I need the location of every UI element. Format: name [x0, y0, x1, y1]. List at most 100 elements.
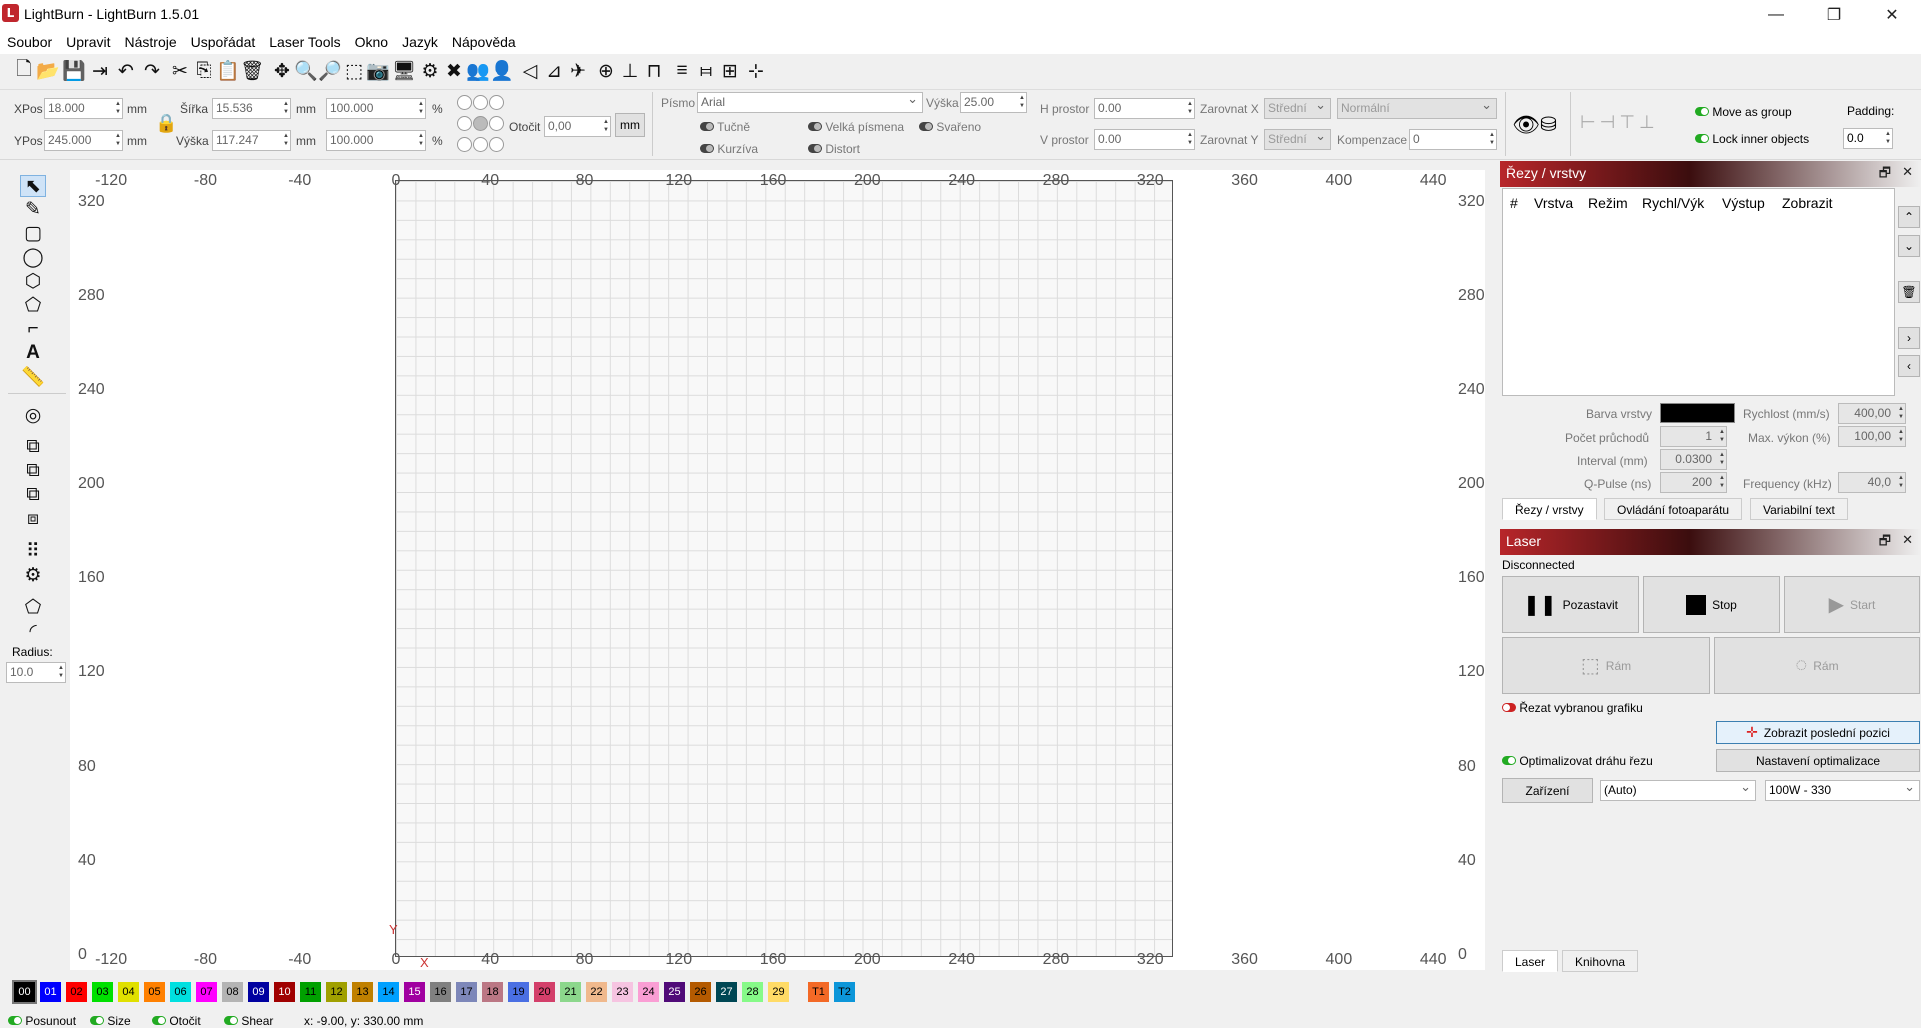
profile-select[interactable]: 100W - 330	[1765, 780, 1920, 801]
camera-icon[interactable]: 📷	[366, 58, 390, 84]
frame-tool-icon[interactable]: ⌐	[20, 318, 46, 340]
align-tools-icon[interactable]: ⊢⊣⊤⊥	[1580, 112, 1659, 133]
palette-swatch-06[interactable]: 06	[170, 982, 191, 1002]
optimize-path-toggle[interactable]	[1502, 756, 1516, 765]
palette-swatch-29[interactable]: 29	[768, 982, 789, 1002]
select-tool-icon[interactable]: ⬉	[20, 175, 46, 197]
device-select[interactable]: (Auto)	[1600, 780, 1756, 801]
tab-variable-text[interactable]: Variabilní text	[1750, 498, 1848, 520]
padding-input[interactable]: 0.0	[1843, 128, 1893, 149]
move-layer-up-button[interactable]: ⌃	[1898, 206, 1920, 228]
lock-inner-toggle[interactable]	[1695, 134, 1709, 143]
circular-array-icon[interactable]: ⚙	[20, 564, 46, 586]
ypos-input[interactable]: 245.000	[44, 130, 123, 151]
boolean-subtract-icon[interactable]: ⧉	[20, 460, 46, 482]
palette-swatch-23[interactable]: 23	[612, 982, 633, 1002]
palette-swatch-25[interactable]: 25	[664, 982, 685, 1002]
palette-swatch-13[interactable]: 13	[352, 982, 373, 1002]
width-input[interactable]: 15.536	[212, 98, 291, 119]
palette-swatch-00[interactable]: 00	[12, 980, 37, 1004]
float-panel-icon[interactable]: 🗗	[1879, 164, 1891, 186]
anchor-top[interactable]	[473, 95, 488, 110]
speed-input[interactable]: 400,00	[1838, 403, 1906, 424]
compensation-input[interactable]: 0	[1409, 129, 1497, 150]
delete-layer-icon[interactable]: 🗑	[1898, 281, 1920, 303]
anchor-bottom-right[interactable]	[489, 137, 504, 152]
work-area-grid[interactable]	[395, 180, 1173, 957]
palette-swatch-16[interactable]: 16	[430, 982, 451, 1002]
palette-swatch-22[interactable]: 22	[586, 982, 607, 1002]
optimization-settings-button[interactable]: Nastavení optimalizace	[1716, 749, 1920, 772]
pause-button[interactable]: ❚❚ Pozastavit	[1502, 576, 1639, 633]
palette-swatch-24[interactable]: 24	[638, 982, 659, 1002]
device-button[interactable]: Zařízení	[1502, 778, 1593, 803]
palette-swatch-08[interactable]: 08	[222, 982, 243, 1002]
database-icon[interactable]: ⛁	[1540, 112, 1557, 137]
anchor-center[interactable]	[473, 116, 488, 131]
anchor-left[interactable]	[457, 116, 472, 131]
move-as-group-toggle[interactable]	[1695, 107, 1709, 116]
qpulse-input[interactable]: 200	[1660, 472, 1727, 493]
close-panel-icon[interactable]: ✕	[1902, 532, 1913, 548]
palette-swatch-27[interactable]: 27	[716, 982, 737, 1002]
rotate-input[interactable]: 0,00	[544, 116, 611, 137]
frequency-input[interactable]: 40,0	[1838, 472, 1906, 493]
unit-toggle-button[interactable]: mm	[615, 113, 645, 137]
mirror-h-icon[interactable]: ◁	[518, 58, 542, 84]
float-panel-icon[interactable]: 🗗	[1879, 532, 1891, 554]
rotate-toggle[interactable]	[152, 1016, 166, 1025]
group-icon[interactable]: 👥	[466, 58, 490, 84]
anchor-right[interactable]	[489, 116, 504, 131]
vspace-input[interactable]: 0.00	[1094, 129, 1195, 150]
menu-edit[interactable]: Upravit	[59, 30, 117, 54]
palette-swatch-28[interactable]: 28	[742, 982, 763, 1002]
undo-icon[interactable]: ↶	[114, 58, 138, 84]
palette-swatch-12[interactable]: 12	[326, 982, 347, 1002]
radius-input[interactable]: 10.0	[6, 662, 66, 683]
boolean-union-icon[interactable]: ⧉	[20, 436, 46, 458]
power-input[interactable]: 100,00	[1838, 426, 1906, 447]
move-icon[interactable]: ✥	[270, 58, 294, 84]
zoom-fit-icon[interactable]: ⬚	[342, 58, 366, 84]
menu-arrange[interactable]: Uspořádat	[184, 30, 263, 54]
expand-right-button[interactable]: ›	[1898, 327, 1920, 349]
move-toggle[interactable]	[8, 1016, 22, 1025]
palette-swatch-11[interactable]: 11	[300, 982, 321, 1002]
tab-camera-control[interactable]: Ovládání fotoaparátu	[1604, 498, 1743, 520]
export-icon[interactable]: ⇥	[88, 58, 112, 84]
offset-tool-icon[interactable]: ◎	[20, 404, 46, 426]
close-panel-icon[interactable]: ✕	[1902, 164, 1913, 180]
alignx-select[interactable]: Střední	[1264, 98, 1331, 119]
size-toggle[interactable]	[90, 1016, 104, 1025]
pen-tool-icon[interactable]: ✎	[20, 198, 46, 220]
align-center-icon[interactable]: ⊕	[594, 58, 618, 84]
fillet-icon[interactable]: ⬠	[20, 596, 46, 618]
settings-icon[interactable]: ⚙	[418, 58, 442, 84]
text-height-input[interactable]: 25.00	[960, 92, 1027, 113]
scale-width-input[interactable]: 100.000	[326, 98, 426, 119]
menu-laser-tools[interactable]: Laser Tools	[262, 30, 347, 54]
palette-swatch-t2[interactable]: T2	[834, 982, 855, 1002]
rectangle-tool-icon[interactable]: ▢	[20, 222, 46, 244]
aligny-select[interactable]: Střední	[1264, 129, 1331, 150]
anchor-top-right[interactable]	[489, 95, 504, 110]
maximize-button[interactable]: ❐	[1805, 0, 1863, 30]
italic-toggle[interactable]	[700, 144, 714, 153]
height-input[interactable]: 117.247	[212, 130, 291, 151]
cut-selected-toggle[interactable]	[1502, 703, 1516, 712]
menu-help[interactable]: Nápověda	[445, 30, 523, 54]
palette-swatch-09[interactable]: 09	[248, 982, 269, 1002]
welded-toggle[interactable]	[919, 122, 933, 131]
copy-icon[interactable]: ⎘	[192, 58, 216, 84]
uppercase-toggle[interactable]	[808, 122, 822, 131]
tools-icon[interactable]: ✖	[442, 58, 466, 84]
new-file-icon[interactable]: 🗋	[12, 58, 36, 84]
palette-swatch-05[interactable]: 05	[144, 982, 165, 1002]
text-mode-select[interactable]: Normální	[1337, 98, 1497, 119]
palette-swatch-02[interactable]: 02	[66, 982, 87, 1002]
palette-swatch-01[interactable]: 01	[40, 982, 61, 1002]
anchor-top-left[interactable]	[457, 95, 472, 110]
align-icon[interactable]: ⊥	[618, 58, 642, 84]
distort-toggle[interactable]	[808, 144, 822, 153]
stop-button[interactable]: Stop	[1643, 576, 1780, 633]
